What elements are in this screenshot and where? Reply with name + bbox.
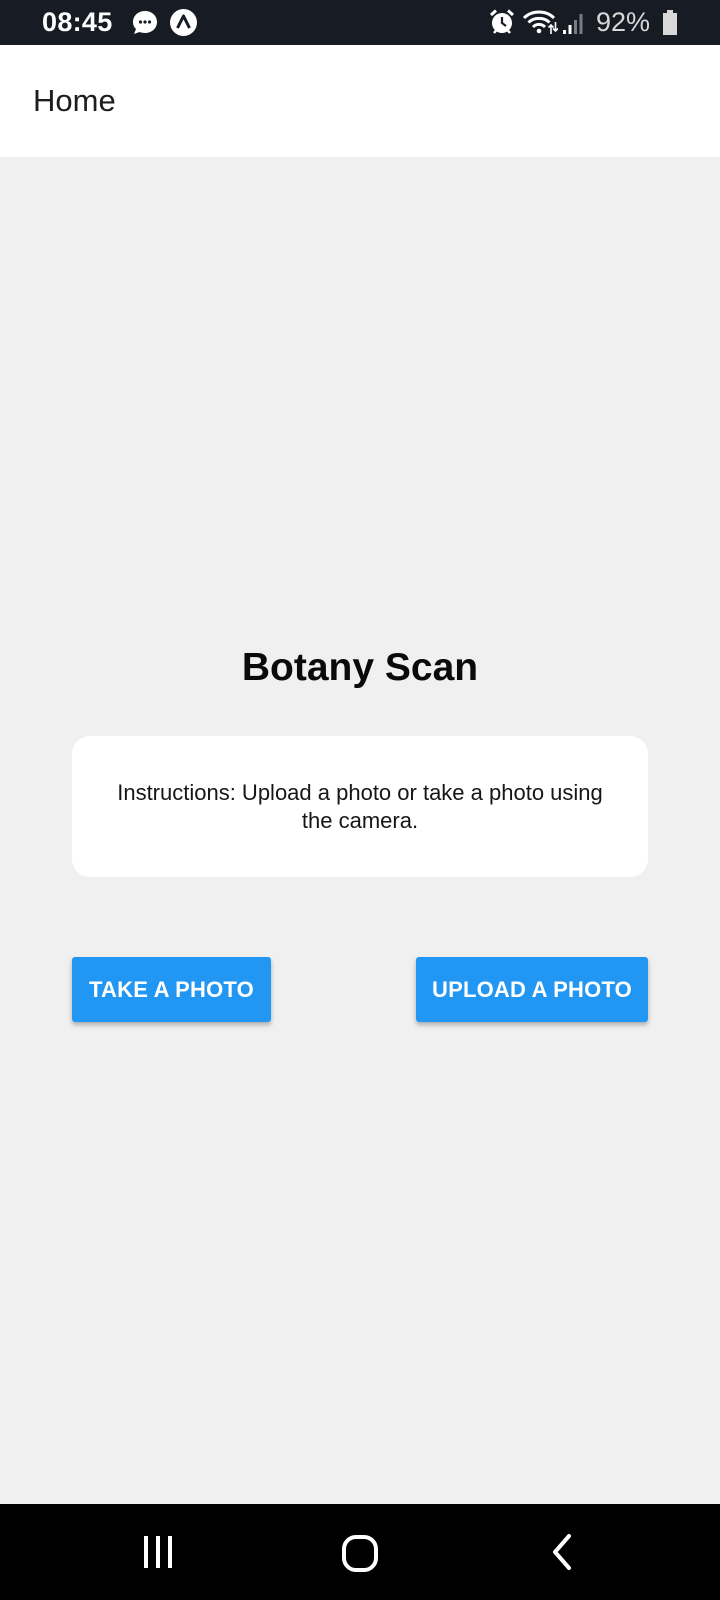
page-title: Botany Scan — [241, 646, 479, 689]
alarm-icon — [489, 9, 515, 34]
app-bar-title: Home — [33, 83, 116, 118]
upload-photo-button[interactable]: UPLOAD A PHOTO — [416, 957, 648, 1022]
status-time: 08:45 — [42, 7, 113, 37]
navigation-bar — [0, 1504, 720, 1600]
status-bar: 08:45 92% — [0, 0, 720, 45]
messages-icon — [133, 11, 157, 34]
battery-percentage: 92% — [595, 7, 650, 37]
app-notification-icon — [170, 9, 197, 36]
home-icon[interactable] — [340, 1534, 380, 1574]
instructions-text: Instructions: Upload a photo or take a p… — [117, 779, 603, 833]
battery-icon — [663, 10, 677, 35]
signal-icon — [563, 14, 583, 34]
back-icon[interactable] — [548, 1532, 576, 1572]
app-bar: Home — [0, 45, 720, 157]
wifi-icon — [522, 10, 558, 34]
take-photo-button[interactable]: TAKE A PHOTO — [72, 957, 271, 1022]
recent-apps-icon[interactable] — [140, 1534, 176, 1570]
instructions-card: Instructions: Upload a photo or take a p… — [72, 736, 648, 877]
